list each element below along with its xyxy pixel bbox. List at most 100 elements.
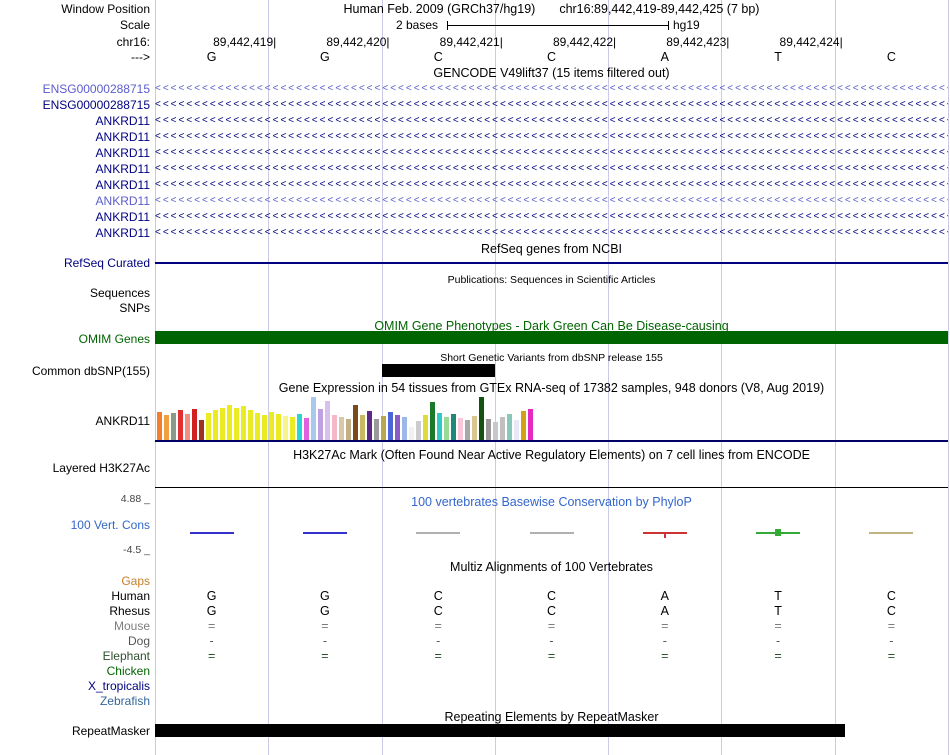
gtex-bar[interactable] [353, 405, 358, 440]
gtex-bar[interactable] [164, 415, 169, 440]
species-label[interactable]: X_tropicalis [0, 679, 150, 694]
gtex-bar[interactable] [185, 414, 190, 440]
gtex-bar[interactable] [479, 397, 484, 440]
gtex-bar[interactable] [360, 415, 365, 440]
gene-label[interactable]: ANKRD11 [0, 161, 150, 177]
gtex-bar[interactable] [220, 408, 225, 440]
gtex-bar[interactable] [430, 402, 435, 440]
gtex-bar[interactable] [276, 414, 281, 440]
gene-label[interactable]: ENSG00000288715 [0, 81, 150, 97]
gtex-bar[interactable] [332, 415, 337, 440]
phylop-label[interactable]: 100 Vert. Cons [0, 518, 150, 532]
gene-label[interactable]: ANKRD11 [0, 193, 150, 209]
omim-genes-label[interactable]: OMIM Genes [0, 332, 150, 346]
gene-line[interactable]: <<<<<<<<<<<<<<<<<<<<<<<<<<<<<<<<<<<<<<<<… [155, 81, 948, 97]
gene-line[interactable]: <<<<<<<<<<<<<<<<<<<<<<<<<<<<<<<<<<<<<<<<… [155, 225, 948, 241]
gtex-bar[interactable] [297, 414, 302, 440]
gtex-bar[interactable] [325, 401, 330, 440]
gtex-bar[interactable] [507, 414, 512, 440]
gtex-bar[interactable] [423, 415, 428, 440]
gtex-bar[interactable] [381, 416, 386, 440]
gtex-bar[interactable] [262, 415, 267, 440]
gene-line[interactable]: <<<<<<<<<<<<<<<<<<<<<<<<<<<<<<<<<<<<<<<<… [155, 97, 948, 113]
gtex-bar[interactable] [388, 412, 393, 440]
repeatmasker-title[interactable]: Repeating Elements by RepeatMasker [155, 710, 948, 724]
gtex-bar[interactable] [304, 418, 309, 440]
gtex-bar[interactable] [528, 409, 533, 440]
gtex-bar[interactable] [339, 417, 344, 440]
dbsnp-title[interactable]: Short Genetic Variants from dbSNP releas… [155, 351, 948, 365]
gtex-bar[interactable] [458, 418, 463, 440]
gtex-bar[interactable] [157, 412, 162, 440]
species-label[interactable]: Gaps [0, 574, 150, 589]
gtex-bar[interactable] [367, 411, 372, 440]
gene-label[interactable]: ANKRD11 [0, 129, 150, 145]
gtex-bar[interactable] [451, 414, 456, 440]
gtex-bar[interactable] [227, 405, 232, 440]
repeatmasker-bar[interactable] [155, 724, 845, 737]
gene-line[interactable]: <<<<<<<<<<<<<<<<<<<<<<<<<<<<<<<<<<<<<<<<… [155, 161, 948, 177]
species-label[interactable]: Chicken [0, 664, 150, 679]
gtex-title[interactable]: Gene Expression in 54 tissues from GTEx … [155, 381, 948, 395]
gtex-bar[interactable] [241, 406, 246, 440]
gene-line[interactable]: <<<<<<<<<<<<<<<<<<<<<<<<<<<<<<<<<<<<<<<<… [155, 145, 948, 161]
gtex-bar[interactable] [416, 421, 421, 440]
gtex-bar-chart[interactable] [155, 395, 948, 440]
gtex-bar[interactable] [318, 409, 323, 440]
species-label[interactable]: Human [0, 589, 150, 604]
gtex-bar[interactable] [500, 417, 505, 440]
gencode-title[interactable]: GENCODE V49lift37 (15 items filtered out… [155, 66, 948, 80]
gtex-bar[interactable] [346, 419, 351, 440]
gtex-bar[interactable] [192, 409, 197, 440]
h3k27ac-label[interactable]: Layered H3K27Ac [0, 461, 150, 475]
gtex-bar[interactable] [395, 415, 400, 440]
snps-label[interactable]: SNPs [0, 301, 150, 315]
gene-label[interactable]: ANKRD11 [0, 145, 150, 161]
species-label[interactable]: Rhesus [0, 604, 150, 619]
gene-line[interactable]: <<<<<<<<<<<<<<<<<<<<<<<<<<<<<<<<<<<<<<<<… [155, 129, 948, 145]
gtex-bar[interactable] [402, 417, 407, 440]
gene-label[interactable]: ENSG00000288715 [0, 97, 150, 113]
gtex-bar[interactable] [234, 408, 239, 440]
sequences-label[interactable]: Sequences [0, 286, 150, 300]
phylop-title[interactable]: 100 vertebrates Basewise Conservation by… [155, 495, 948, 509]
gene-line[interactable]: <<<<<<<<<<<<<<<<<<<<<<<<<<<<<<<<<<<<<<<<… [155, 177, 948, 193]
gene-label[interactable]: ANKRD11 [0, 177, 150, 193]
gtex-bar[interactable] [255, 413, 260, 440]
multiz-title[interactable]: Multiz Alignments of 100 Vertebrates [155, 560, 948, 574]
repeatmasker-label[interactable]: RepeatMasker [0, 724, 150, 738]
gene-line[interactable]: <<<<<<<<<<<<<<<<<<<<<<<<<<<<<<<<<<<<<<<<… [155, 193, 948, 209]
species-label[interactable]: Mouse [0, 619, 150, 634]
gene-label[interactable]: ANKRD11 [0, 113, 150, 129]
gtex-bar[interactable] [472, 416, 477, 440]
gtex-bar[interactable] [283, 416, 288, 440]
gtex-bar[interactable] [409, 427, 414, 440]
gtex-bar[interactable] [311, 397, 316, 440]
gtex-bar[interactable] [290, 417, 295, 440]
gtex-bar[interactable] [493, 422, 498, 440]
gene-label[interactable]: ANKRD11 [0, 225, 150, 241]
gtex-bar[interactable] [199, 420, 204, 440]
dbsnp-bar[interactable] [382, 364, 495, 377]
omim-bar[interactable] [155, 331, 948, 344]
gtex-bar[interactable] [171, 413, 176, 440]
refseq-line[interactable] [155, 262, 948, 264]
gtex-bar[interactable] [248, 410, 253, 440]
gtex-bar[interactable] [206, 413, 211, 440]
gtex-bar[interactable] [437, 413, 442, 440]
gene-label[interactable]: ANKRD11 [0, 209, 150, 225]
gtex-bar[interactable] [486, 419, 491, 440]
gtex-bar[interactable] [465, 420, 470, 440]
gtex-bar[interactable] [178, 410, 183, 440]
gtex-bar[interactable] [521, 411, 526, 440]
gtex-bar[interactable] [374, 419, 379, 440]
dbsnp-label[interactable]: Common dbSNP(155) [0, 364, 150, 378]
species-label[interactable]: Elephant [0, 649, 150, 664]
gtex-gene-label[interactable]: ANKRD11 [0, 414, 150, 428]
refseq-curated-label[interactable]: RefSeq Curated [0, 256, 150, 270]
species-label[interactable]: Dog [0, 634, 150, 649]
publications-title[interactable]: Publications: Sequences in Scientific Ar… [155, 273, 948, 287]
gtex-bar[interactable] [213, 410, 218, 440]
species-label[interactable]: Zebrafish [0, 694, 150, 709]
gene-line[interactable]: <<<<<<<<<<<<<<<<<<<<<<<<<<<<<<<<<<<<<<<<… [155, 209, 948, 225]
